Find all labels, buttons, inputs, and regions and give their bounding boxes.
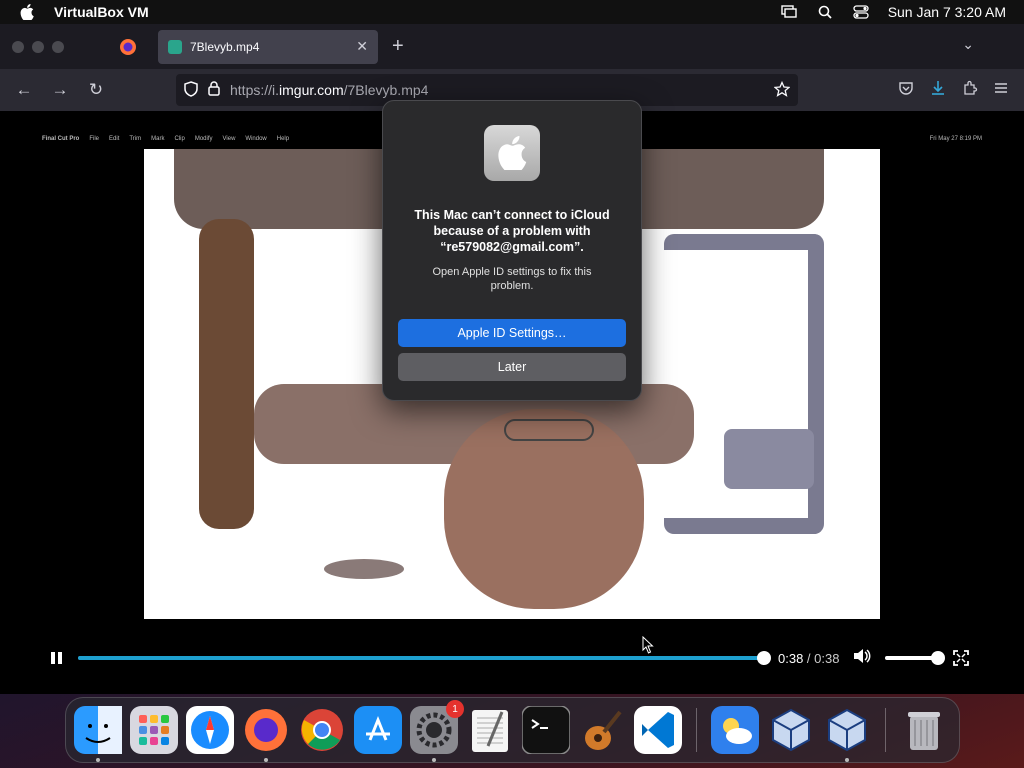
dock-chrome-icon[interactable] bbox=[298, 706, 346, 754]
tracking-protection-icon[interactable] bbox=[184, 80, 198, 100]
back-button[interactable]: ← bbox=[10, 76, 38, 104]
downloads-icon[interactable] bbox=[930, 80, 946, 101]
vm-menu-item: Help bbox=[276, 136, 290, 142]
dock-app-store-icon[interactable] bbox=[354, 706, 402, 754]
vm-clock: Fri May 27 8:19 PM bbox=[929, 136, 982, 142]
menu-clock[interactable]: Sun Jan 7 3:20 AM bbox=[888, 4, 1006, 20]
progress-bar[interactable] bbox=[78, 651, 771, 665]
dock-trash-icon[interactable] bbox=[900, 706, 948, 754]
pause-button[interactable] bbox=[48, 650, 64, 666]
dock-launchpad-icon[interactable] bbox=[130, 706, 178, 754]
vm-menu-item: Window bbox=[245, 136, 267, 142]
lock-icon[interactable] bbox=[208, 81, 220, 99]
vm-menu-item: Clip bbox=[174, 136, 185, 142]
dock-virtualbox-icon[interactable] bbox=[767, 706, 815, 754]
menu-bar: VirtualBox VM Sun Jan 7 3:20 AM bbox=[0, 0, 1024, 24]
later-button[interactable]: Later bbox=[398, 353, 626, 381]
mouse-cursor-icon bbox=[642, 635, 654, 654]
running-indicator bbox=[96, 758, 100, 762]
close-window-button[interactable] bbox=[12, 40, 24, 53]
firefox-pinned-tab[interactable] bbox=[108, 30, 148, 64]
vm-menu-item: Trim bbox=[129, 136, 142, 142]
volume-knob[interactable] bbox=[931, 651, 946, 665]
running-indicator bbox=[845, 758, 849, 762]
dock-garageband-icon[interactable] bbox=[578, 706, 626, 754]
dock-separator bbox=[696, 708, 697, 752]
dock-terminal-icon[interactable] bbox=[522, 706, 570, 754]
time-display: 0:38 / 0:38 bbox=[778, 651, 839, 666]
reload-button[interactable]: ↻ bbox=[82, 76, 110, 104]
control-center-icon[interactable] bbox=[852, 4, 870, 20]
vm-menu-item: View bbox=[222, 136, 236, 142]
url-domain: imgur.com bbox=[279, 82, 344, 98]
progress-fill bbox=[78, 656, 764, 660]
icloud-alert-dialog: This Mac can’t connect to iCloud because… bbox=[382, 100, 642, 401]
dock-firefox-icon[interactable] bbox=[242, 706, 290, 762]
time-separator: / bbox=[803, 650, 815, 666]
tab-active[interactable]: 7Blevyb.mp4 ✕ bbox=[158, 29, 378, 64]
current-time: 0:38 bbox=[778, 650, 804, 666]
screen-mirroring-icon[interactable] bbox=[780, 4, 798, 20]
dock: 1 bbox=[65, 697, 960, 763]
vm-menu-item: Modify bbox=[194, 136, 213, 142]
new-tab-button[interactable]: + bbox=[392, 35, 404, 58]
tab-bar: 7Blevyb.mp4 ✕ + ⌄ bbox=[0, 24, 1024, 69]
pocket-icon[interactable] bbox=[898, 80, 914, 101]
dock-virtualbox-vm-icon[interactable] bbox=[823, 706, 871, 762]
hamburger-menu-icon[interactable] bbox=[994, 81, 1008, 99]
video-controls: 0:38 / 0:38 bbox=[32, 639, 992, 676]
vm-menu-item: Mark bbox=[151, 136, 165, 142]
zoom-window-button[interactable] bbox=[52, 40, 64, 53]
video-favicon-icon bbox=[168, 39, 182, 54]
app-name[interactable]: VirtualBox VM bbox=[54, 4, 149, 20]
dock-weather-icon[interactable] bbox=[711, 706, 759, 754]
firefox-icon bbox=[120, 38, 136, 55]
extensions-icon[interactable] bbox=[962, 80, 978, 101]
dock-safari-icon[interactable] bbox=[186, 706, 234, 754]
list-all-tabs-icon[interactable]: ⌄ bbox=[962, 36, 974, 53]
tab-title: 7Blevyb.mp4 bbox=[190, 39, 260, 54]
dock-finder-icon[interactable] bbox=[74, 706, 122, 762]
url-path: /7Blevyb.mp4 bbox=[343, 82, 429, 98]
apple-id-settings-button[interactable]: Apple ID Settings… bbox=[398, 319, 626, 347]
dock-vscode-icon[interactable] bbox=[634, 706, 682, 754]
dock-system-settings-icon[interactable]: 1 bbox=[410, 700, 464, 762]
fullscreen-icon[interactable] bbox=[953, 650, 970, 666]
forward-button[interactable]: → bbox=[46, 76, 74, 104]
progress-knob[interactable] bbox=[757, 651, 771, 665]
vm-menu-item: File bbox=[89, 136, 100, 142]
notification-badge: 1 bbox=[446, 700, 464, 718]
dock-separator bbox=[885, 708, 886, 752]
volume-icon[interactable] bbox=[853, 648, 871, 669]
vm-menu-item: Edit bbox=[109, 136, 120, 142]
vm-menu-item: Final Cut Pro bbox=[42, 136, 80, 142]
close-tab-icon[interactable]: ✕ bbox=[356, 38, 368, 55]
running-indicator bbox=[432, 758, 436, 762]
running-indicator bbox=[264, 758, 268, 762]
spotlight-search-icon[interactable] bbox=[816, 4, 834, 20]
minimize-window-button[interactable] bbox=[32, 40, 44, 53]
volume-slider[interactable] bbox=[885, 651, 946, 665]
apple-menu-icon[interactable] bbox=[18, 3, 36, 21]
window-controls bbox=[12, 40, 64, 53]
url-text[interactable]: https://i.imgur.com/7Blevyb.mp4 bbox=[230, 82, 764, 98]
apple-logo-icon bbox=[484, 125, 540, 181]
bookmark-star-icon[interactable] bbox=[773, 80, 791, 100]
dock-textedit-icon[interactable] bbox=[466, 706, 514, 754]
dialog-subtext: Open Apple ID settings to fix this probl… bbox=[432, 266, 592, 292]
url-prefix: https://i. bbox=[230, 82, 280, 98]
duration: 0:38 bbox=[814, 650, 840, 666]
dialog-message: This Mac can’t connect to iCloud because… bbox=[414, 208, 610, 254]
